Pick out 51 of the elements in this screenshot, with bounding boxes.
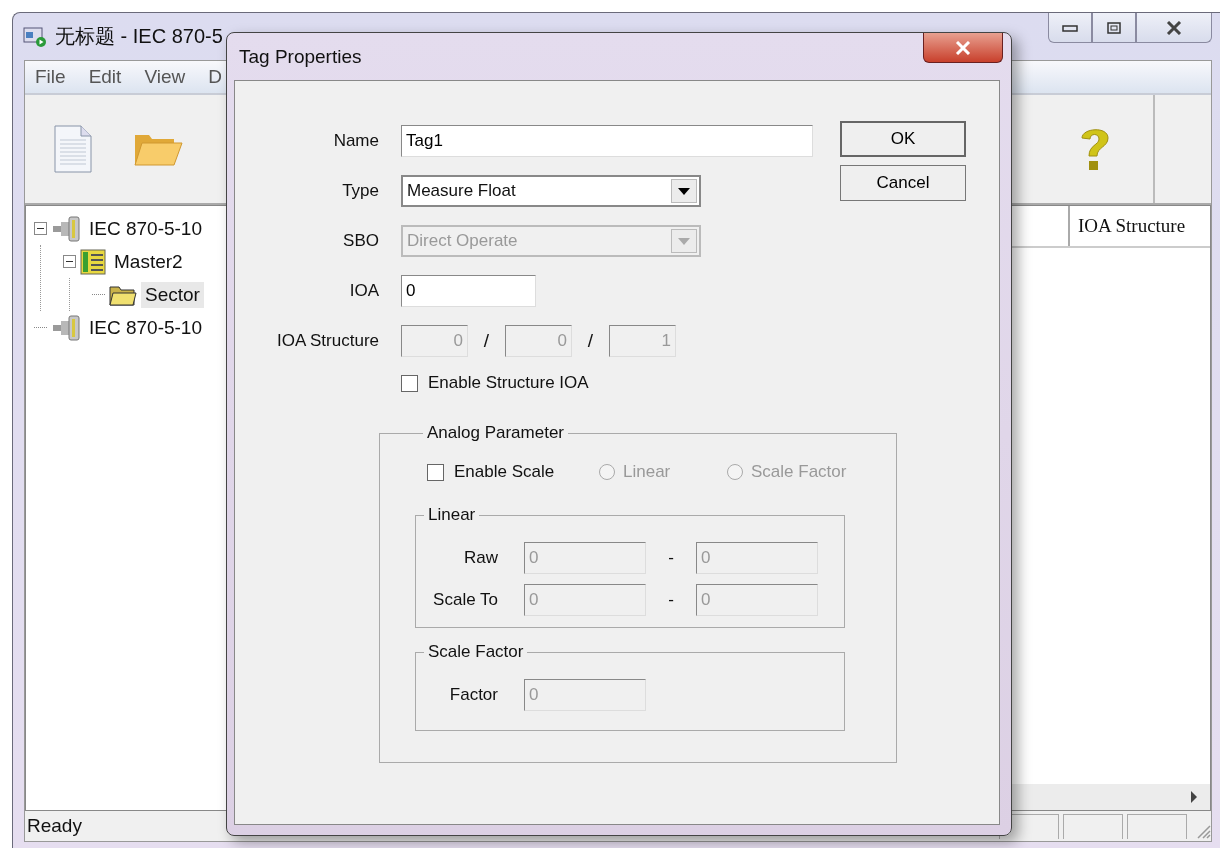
menu-item[interactable]: View xyxy=(144,66,186,88)
field-label: IOA Structure xyxy=(275,331,379,351)
close-icon[interactable] xyxy=(1166,20,1182,35)
ioa-field[interactable]: 0 xyxy=(401,275,536,307)
connector-icon xyxy=(51,314,81,341)
maximize-icon[interactable] xyxy=(1107,21,1121,34)
scale-checkbox[interactable]: Enable Scale xyxy=(427,462,599,482)
device-icon xyxy=(80,248,106,275)
status-pane xyxy=(1063,813,1123,839)
menu-item[interactable]: D xyxy=(208,66,222,88)
dialog-title: Tag Properties xyxy=(239,45,362,68)
minimize-button[interactable] xyxy=(1048,13,1092,43)
field-label: IOA xyxy=(348,281,379,301)
tree-item[interactable]: IEC 870-5-10 xyxy=(85,215,206,242)
tree-item[interactable]: Sector xyxy=(141,281,204,308)
cancel-button[interactable]: Cancel xyxy=(840,165,966,201)
maximize-button[interactable] xyxy=(1092,13,1136,43)
ok-button[interactable]: OK xyxy=(840,121,966,157)
separator-text: - xyxy=(667,548,675,568)
structure-checkbox[interactable]: Enable Structure IOA xyxy=(401,373,813,393)
field-label: Raw xyxy=(463,548,498,568)
field-label: Type xyxy=(341,181,379,201)
tree-item[interactable]: IEC 870-5-10 xyxy=(85,314,206,341)
tree-item[interactable]: Master2 xyxy=(110,248,187,275)
collapse-icon[interactable] xyxy=(63,255,76,268)
name-field[interactable]: Tag1 xyxy=(401,125,813,157)
column-header[interactable]: IOA Structure xyxy=(1070,206,1210,246)
app-icon xyxy=(23,25,47,48)
group-title: Analog Parameter xyxy=(426,423,566,443)
menu-item[interactable]: File xyxy=(35,66,66,88)
menu-item[interactable]: Edit xyxy=(88,66,122,88)
separator-text: / xyxy=(586,330,595,352)
scroll-right-icon[interactable] xyxy=(1190,790,1198,804)
collapse-icon[interactable] xyxy=(34,222,47,235)
connector-icon xyxy=(51,215,81,242)
close-button[interactable] xyxy=(923,33,1003,63)
separator-text: - xyxy=(667,590,675,610)
status-pane xyxy=(1127,813,1187,839)
group-title: Scale Factor xyxy=(427,642,525,662)
field-label: Scale To xyxy=(432,590,498,610)
dropdown[interactable]: Measure Float xyxy=(401,175,701,207)
minimize-icon[interactable] xyxy=(1062,23,1078,32)
close-button[interactable] xyxy=(1136,13,1212,43)
separator-text: / xyxy=(482,330,491,352)
field-label: Name xyxy=(332,131,379,151)
field-label: Factor xyxy=(448,685,498,705)
status-text: Ready xyxy=(27,815,82,837)
field-label: SBO xyxy=(342,231,379,251)
folder-icon xyxy=(109,283,137,306)
window-title: 无标题 - IEC 870-5 xyxy=(55,24,223,49)
group-title: Linear xyxy=(427,505,477,525)
